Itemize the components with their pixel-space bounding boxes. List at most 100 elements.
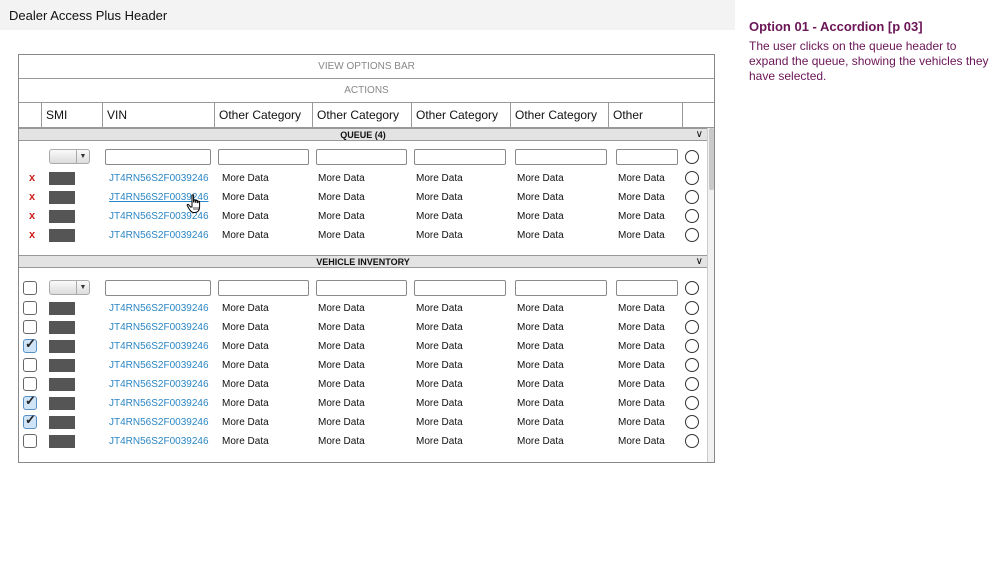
column-header-select	[19, 103, 42, 127]
row-checkbox[interactable]	[23, 434, 37, 448]
smi-thumbnail	[49, 172, 75, 185]
data-cell: More Data	[618, 341, 665, 352]
row-radio[interactable]	[685, 190, 699, 204]
queue-title: QUEUE (4)	[340, 130, 386, 140]
data-cell: More Data	[318, 192, 365, 203]
other-filter-input[interactable]	[616, 280, 678, 296]
row-checkbox[interactable]	[23, 377, 37, 391]
vin-link[interactable]: JT4RN56S2F0039246	[109, 432, 209, 451]
data-cell: More Data	[618, 303, 665, 314]
remove-x-icon[interactable]: x	[29, 207, 35, 226]
chevron-down-icon[interactable]: ∨	[696, 129, 703, 141]
queue-header[interactable]: QUEUE (4) ∨	[19, 128, 707, 141]
row-checkbox[interactable]	[23, 301, 37, 315]
column-header-category-2[interactable]: Other Category	[313, 103, 412, 127]
category-4-filter-input[interactable]	[515, 280, 607, 296]
column-header-row: SMI VIN Other Category Other Category Ot…	[19, 103, 714, 128]
vin-filter-input[interactable]	[105, 280, 211, 296]
data-cell: More Data	[416, 360, 463, 371]
scrollbar-thumb[interactable]	[709, 128, 714, 190]
vin-link[interactable]: JT4RN56S2F0039246	[109, 413, 209, 432]
smi-thumbnail	[49, 378, 75, 391]
data-cell: More Data	[517, 192, 564, 203]
data-cell: More Data	[517, 303, 564, 314]
data-cell: More Data	[318, 341, 365, 352]
vin-link[interactable]: JT4RN56S2F0039246	[109, 337, 209, 356]
smi-thumbnail	[49, 397, 75, 410]
checkmark-icon: ✓	[25, 393, 36, 408]
remove-x-icon[interactable]: x	[29, 169, 35, 188]
queue-filter-radio[interactable]	[685, 150, 699, 164]
inventory-filter-radio[interactable]	[685, 281, 699, 295]
column-header-smi[interactable]: SMI	[42, 103, 103, 127]
row-checkbox[interactable]	[23, 358, 37, 372]
data-cell: More Data	[318, 360, 365, 371]
select-all-checkbox[interactable]	[23, 281, 37, 295]
column-header-vin[interactable]: VIN	[103, 103, 215, 127]
category-2-filter-input[interactable]	[316, 149, 407, 165]
dropdown-arrow-icon: ▼	[76, 150, 89, 163]
category-2-filter-input[interactable]	[316, 280, 407, 296]
data-cell: More Data	[222, 230, 269, 241]
data-cell: More Data	[416, 398, 463, 409]
vin-link[interactable]: JT4RN56S2F0039246	[109, 356, 209, 375]
category-1-filter-input[interactable]	[218, 149, 309, 165]
data-cell: More Data	[222, 192, 269, 203]
vin-link[interactable]: JT4RN56S2F0039246	[109, 299, 209, 318]
data-cell: More Data	[618, 360, 665, 371]
row-radio[interactable]	[685, 415, 699, 429]
row-radio[interactable]	[685, 171, 699, 185]
row-checkbox[interactable]: ✓	[23, 337, 37, 353]
vin-link[interactable]: JT4RN56S2F0039246	[109, 169, 209, 188]
vin-link[interactable]: JT4RN56S2F0039246	[109, 394, 209, 413]
row-radio[interactable]	[685, 358, 699, 372]
column-header-category-3[interactable]: Other Category	[412, 103, 511, 127]
category-4-filter-input[interactable]	[515, 149, 607, 165]
column-header-other[interactable]: Other	[609, 103, 683, 127]
smi-thumbnail	[49, 210, 75, 223]
data-cell: More Data	[222, 436, 269, 447]
row-radio[interactable]	[685, 320, 699, 334]
data-cell: More Data	[416, 192, 463, 203]
smi-filter-select[interactable]: ▼	[49, 149, 90, 164]
data-cell: More Data	[517, 211, 564, 222]
row-radio[interactable]	[685, 396, 699, 410]
data-cell: More Data	[222, 322, 269, 333]
vertical-scrollbar[interactable]	[707, 128, 714, 462]
data-cell: More Data	[416, 322, 463, 333]
row-radio[interactable]	[685, 434, 699, 448]
row-checkbox[interactable]: ✓	[23, 393, 37, 410]
inventory-header[interactable]: VEHICLE INVENTORY ∨	[19, 255, 707, 268]
chevron-down-icon[interactable]: ∨	[696, 256, 703, 268]
row-radio[interactable]	[685, 301, 699, 315]
category-3-filter-input[interactable]	[414, 280, 506, 296]
smi-filter-select[interactable]: ▼	[49, 280, 90, 295]
data-cell: More Data	[618, 417, 665, 428]
other-filter-input[interactable]	[616, 149, 678, 165]
column-header-category-1[interactable]: Other Category	[215, 103, 313, 127]
remove-x-icon[interactable]: x	[29, 188, 35, 207]
data-cell: More Data	[318, 379, 365, 390]
data-cell: More Data	[416, 230, 463, 241]
vin-filter-input[interactable]	[105, 149, 211, 165]
view-options-bar[interactable]: VIEW OPTIONS BAR	[19, 55, 714, 79]
app-header: Dealer Access Plus Header	[0, 0, 735, 30]
data-cell: More Data	[318, 230, 365, 241]
actions-bar[interactable]: ACTIONS	[19, 79, 714, 103]
row-radio[interactable]	[685, 377, 699, 391]
vin-link[interactable]: JT4RN56S2F0039246	[109, 318, 209, 337]
row-checkbox[interactable]	[23, 320, 37, 334]
row-radio[interactable]	[685, 228, 699, 242]
row-radio[interactable]	[685, 209, 699, 223]
category-3-filter-input[interactable]	[414, 149, 506, 165]
remove-x-icon[interactable]: x	[29, 226, 35, 245]
inventory-grid: VIEW OPTIONS BAR ACTIONS SMI VIN Other C…	[18, 54, 715, 463]
row-radio[interactable]	[685, 339, 699, 353]
column-header-category-4[interactable]: Other Category	[511, 103, 609, 127]
vin-link[interactable]: JT4RN56S2F0039246	[109, 226, 209, 245]
data-cell: More Data	[222, 303, 269, 314]
category-1-filter-input[interactable]	[218, 280, 309, 296]
row-checkbox[interactable]: ✓	[23, 413, 37, 429]
data-cell: More Data	[318, 173, 365, 184]
vin-link[interactable]: JT4RN56S2F0039246	[109, 375, 209, 394]
